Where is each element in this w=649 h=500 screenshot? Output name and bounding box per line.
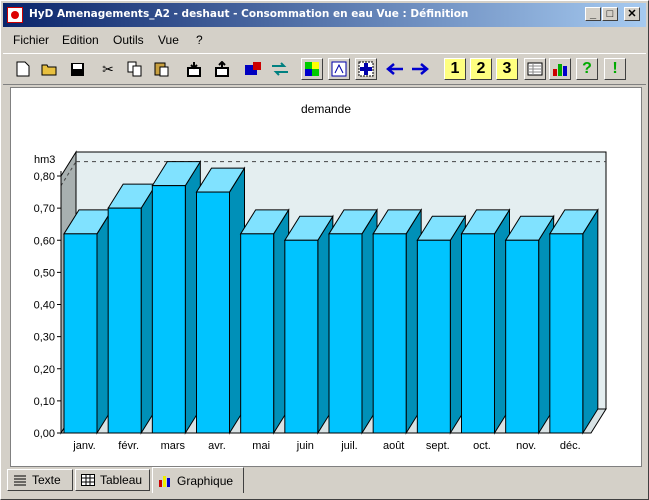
plugin-icon[interactable] [242, 58, 264, 80]
x-tick-label: nov. [516, 440, 536, 452]
menu-edition[interactable]: Edition [62, 33, 99, 47]
x-tick-label: août [383, 440, 404, 452]
maximize-button[interactable]: □ [602, 7, 618, 21]
y-tick-label: 0,10 [34, 396, 55, 408]
table-icon [81, 474, 95, 486]
bar [416, 239, 451, 434]
open-icon[interactable] [39, 58, 61, 80]
x-tick-label: sept. [426, 440, 450, 452]
x-tick-label: juin [296, 440, 314, 452]
new-icon[interactable] [12, 58, 34, 80]
chart-icon [159, 475, 170, 487]
bar-side [582, 208, 599, 435]
menu-vue[interactable]: Vue [158, 33, 179, 47]
copy-icon[interactable] [124, 58, 146, 80]
view-3-icon[interactable]: 3 [496, 58, 518, 80]
menu-help[interactable]: ? [196, 33, 203, 47]
fit-icon[interactable] [328, 58, 350, 80]
bar [107, 207, 142, 434]
grid-color-icon[interactable] [301, 58, 323, 80]
chart-title: demande [301, 102, 351, 116]
bar [63, 233, 98, 434]
x-tick-label: janv. [72, 440, 95, 452]
arrow-right-icon[interactable] [409, 58, 431, 80]
x-tick-label: oct. [473, 440, 491, 452]
bar [372, 233, 407, 434]
y-tick-label: 0,30 [34, 332, 55, 344]
bar [461, 233, 495, 434]
exchange-icon[interactable] [269, 58, 291, 80]
tab-label: Tableau [100, 473, 143, 487]
save-icon[interactable] [66, 58, 88, 80]
paste-icon[interactable] [151, 58, 173, 80]
menu-bar: Fichier Edition Outils Vue ? [3, 29, 646, 51]
select-icon[interactable] [355, 58, 377, 80]
menu-outils[interactable]: Outils [113, 33, 144, 47]
title-bar[interactable]: HyD Amenagements_A2 - deshaut - Consomma… [3, 3, 646, 27]
toolbar: ✂ 1 2 3 ? ! [3, 53, 646, 85]
y-tick-label: 0,60 [34, 235, 55, 247]
x-tick-label: mars [161, 440, 186, 452]
x-tick-label: juil. [340, 440, 358, 452]
bar [505, 239, 540, 434]
window-title: HyD Amenagements_A2 - deshaut - Consomma… [29, 8, 469, 20]
chart-panel: 0,00 0,10 0,20 0,30 0,40 0,50 0,60 0,70 0,80 janv… [10, 87, 642, 467]
tab-texte[interactable]: Texte [7, 469, 73, 491]
tab-label: Texte [32, 473, 61, 487]
app-logo-icon [7, 7, 23, 23]
x-tick-label: févr. [118, 440, 139, 452]
x-tick-label: mai [252, 440, 270, 452]
table-view-icon[interactable] [524, 58, 546, 80]
alert-icon[interactable]: ! [604, 58, 626, 80]
view-1-icon[interactable]: 1 [444, 58, 466, 80]
y-tick-label: 0,50 [34, 267, 55, 279]
bar [240, 233, 275, 434]
import-icon[interactable] [183, 58, 205, 80]
y-tick-label: 0,70 [34, 203, 55, 215]
tab-label: Graphique [177, 473, 234, 488]
y-tick-label: 0,20 [34, 364, 55, 376]
help-icon[interactable]: ? [576, 58, 598, 80]
x-tick-label: déc. [560, 440, 581, 452]
bar [196, 191, 230, 434]
bar [151, 185, 186, 434]
y-tick-label: 0,80 [34, 171, 55, 183]
y-tick-label: 0,40 [34, 300, 55, 312]
close-button[interactable]: ✕ [624, 7, 640, 21]
export-icon[interactable] [211, 58, 233, 80]
tab-tableau[interactable]: Tableau [75, 469, 150, 491]
menu-fichier[interactable]: Fichier [13, 33, 49, 47]
bar [284, 239, 319, 434]
text-lines-icon [14, 475, 26, 486]
cut-icon[interactable]: ✂ [97, 58, 119, 80]
minimize-button[interactable]: _ [585, 7, 601, 21]
arrow-left-icon[interactable] [384, 58, 406, 80]
x-tick-label: avr. [208, 440, 226, 452]
tab-graphique[interactable]: Graphique [152, 467, 244, 493]
view-2-icon[interactable]: 2 [470, 58, 492, 80]
y-axis-label: hm3 [34, 154, 55, 166]
bar [549, 233, 584, 434]
chart-view-icon[interactable] [549, 58, 571, 80]
y-tick-label: 0,00 [34, 428, 55, 440]
bar-chart: 0,00 0,10 0,20 0,30 0,40 0,50 0,60 0,70 0,80 janv… [34, 102, 607, 452]
bar [328, 233, 363, 434]
app-window: HyD Amenagements_A2 - deshaut - Consomma… [0, 0, 649, 500]
